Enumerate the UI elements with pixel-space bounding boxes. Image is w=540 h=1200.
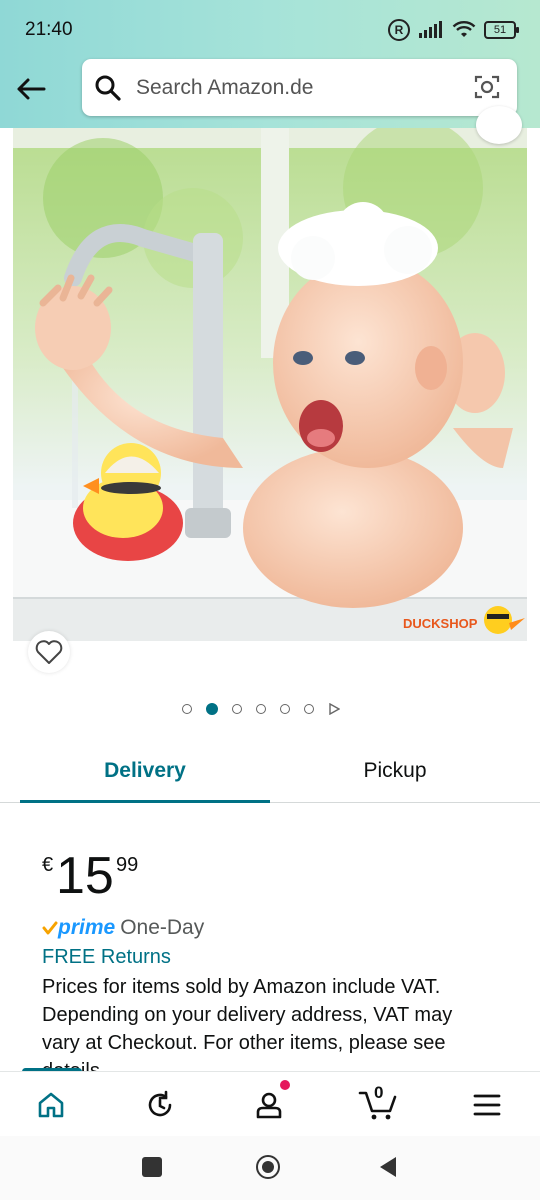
arrow-left-icon: [17, 78, 46, 100]
fulfillment-tabs: Delivery Pickup: [0, 740, 540, 803]
bottom-navigation: [0, 1071, 540, 1137]
nav-menu[interactable]: [464, 1082, 510, 1128]
notification-dot: [280, 1080, 290, 1090]
prime-speed: One-Day: [120, 916, 205, 939]
cart-count: 0: [374, 1083, 384, 1102]
system-home-button[interactable]: [256, 1155, 280, 1179]
price-currency: €: [42, 854, 54, 876]
search-icon: [95, 75, 121, 101]
search-input[interactable]: [134, 69, 458, 107]
image-carousel-indicator[interactable]: [182, 703, 340, 715]
app-header: 21:40 R 51: [0, 0, 540, 128]
camera-search-icon[interactable]: [473, 73, 501, 101]
carousel-dot[interactable]: [280, 704, 290, 714]
price-whole: 15: [56, 847, 114, 905]
carousel-dot[interactable]: [304, 704, 314, 714]
carousel-dot-active[interactable]: [206, 703, 218, 715]
history-icon: [148, 1090, 172, 1117]
carousel-dot[interactable]: [182, 704, 192, 714]
signal-icon: [419, 21, 442, 38]
wifi-icon: [452, 21, 476, 37]
price-fraction: 99: [116, 854, 139, 876]
carousel-dot[interactable]: [232, 704, 242, 714]
share-button[interactable]: [476, 106, 522, 144]
status-time: 21:40: [25, 19, 73, 40]
heart-icon: [35, 640, 63, 664]
back-button[interactable]: [14, 72, 48, 106]
play-video-icon[interactable]: [328, 703, 340, 715]
prime-check-icon: [42, 921, 58, 935]
home-icon: [38, 1092, 64, 1118]
prime-label: prime: [58, 916, 116, 939]
wishlist-button[interactable]: [28, 631, 70, 673]
carousel-dot[interactable]: [256, 704, 266, 714]
product-image[interactable]: DUCKSHOP: [13, 128, 527, 641]
search-bar[interactable]: [82, 59, 517, 116]
tab-delivery[interactable]: Delivery: [20, 740, 270, 803]
hamburger-menu-icon: [473, 1094, 501, 1116]
tab-pickup[interactable]: Pickup: [270, 740, 520, 802]
recent-apps-button[interactable]: [142, 1157, 162, 1177]
system-back-button[interactable]: [378, 1156, 398, 1178]
prime-badge: prime One-Day: [42, 914, 204, 942]
battery-icon: 51: [484, 21, 519, 39]
account-icon: [256, 1092, 282, 1119]
free-returns-link[interactable]: FREE Returns: [42, 946, 171, 969]
product-photo: DUCKSHOP: [13, 128, 527, 641]
vat-notice: Prices for items sold by Amazon include …: [42, 976, 453, 1082]
status-icons: R 51: [388, 17, 519, 43]
status-bar: 21:40 R 51: [0, 0, 540, 58]
nav-home[interactable]: [28, 1082, 74, 1128]
nav-history[interactable]: [137, 1082, 183, 1128]
registered-icon: R: [388, 19, 410, 41]
duckshop-watermark: DUCKSHOP: [403, 616, 478, 631]
